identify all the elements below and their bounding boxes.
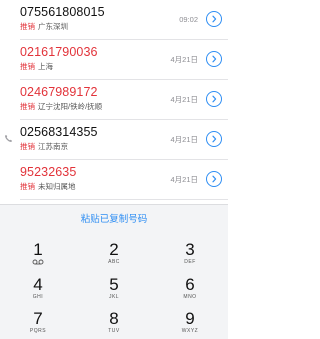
call-number: 02161790036: [20, 45, 98, 59]
key-6[interactable]: 6 MNO: [152, 271, 228, 305]
call-subtitle: 推销 广东深圳: [20, 22, 68, 32]
key-digit: 6: [185, 275, 195, 294]
call-tag: 推销: [20, 22, 35, 31]
info-icon[interactable]: [206, 91, 222, 107]
call-subtitle: 推销 上海: [20, 62, 53, 72]
key-letters: GHI: [32, 294, 44, 300]
call-row[interactable]: 02161790036 推销 上海 4月21日: [0, 40, 228, 80]
key-digit: 8: [109, 309, 119, 328]
key-1[interactable]: 1: [0, 236, 76, 270]
key-7[interactable]: 7 PQRS: [0, 305, 76, 339]
outgoing-call-icon: [5, 134, 13, 142]
key-digit: 2: [109, 240, 119, 259]
call-number: 075561808015: [20, 5, 105, 19]
key-2[interactable]: 2 ABC: [76, 236, 152, 270]
info-icon[interactable]: [206, 131, 222, 147]
info-icon[interactable]: [206, 51, 222, 67]
call-location: 未知归属地: [38, 182, 76, 191]
key-letters: DEF: [184, 259, 196, 265]
recent-calls-list: 075561808015 推销 广东深圳 09:02 02161790036 推销…: [0, 0, 228, 204]
call-row[interactable]: 95232635 推销 未知归属地 4月21日: [0, 160, 228, 200]
call-row[interactable]: 075561808015 推销 广东深圳 09:02: [0, 0, 228, 40]
call-row[interactable]: 02467989172 推销 辽宁沈阳/铁岭/抚顺 4月21日: [0, 80, 228, 120]
key-letters: WXYZ: [181, 328, 199, 334]
call-number: 02568314355: [20, 125, 98, 139]
key-letters: MNO: [183, 294, 197, 300]
dial-keypad: 1 2 ABC 3 DEF 4 GHI 5 JKL 6 MNO 7 PQRS 8…: [0, 236, 228, 339]
key-digit: 7: [33, 309, 43, 328]
key-letters: JKL: [108, 294, 120, 300]
key-digit: 9: [185, 309, 195, 328]
key-4[interactable]: 4 GHI: [0, 271, 76, 305]
call-number: 02467989172: [20, 85, 98, 99]
key-9[interactable]: 9 WXYZ: [152, 305, 228, 339]
call-location: 广东深圳: [38, 22, 68, 31]
key-digit: 4: [33, 275, 43, 294]
key-letters: ABC: [108, 259, 120, 265]
paste-bar: 粘贴已复制号码: [0, 204, 228, 236]
call-tag: 推销: [20, 182, 35, 191]
key-digit: 1: [33, 240, 43, 259]
call-time: 4月21日: [170, 135, 198, 144]
call-location: 江苏南京: [38, 142, 68, 151]
key-digit: 5: [109, 275, 119, 294]
call-tag: 推销: [20, 142, 35, 151]
key-8[interactable]: 8 TUV: [76, 305, 152, 339]
key-letters: TUV: [108, 328, 120, 334]
call-subtitle: 推销 辽宁沈阳/铁岭/抚顺: [20, 102, 102, 112]
paste-copied-number-button[interactable]: 粘贴已复制号码: [0, 214, 228, 226]
call-number: 95232635: [20, 165, 77, 179]
call-time: 4月21日: [170, 95, 198, 104]
key-5[interactable]: 5 JKL: [76, 271, 152, 305]
call-row[interactable]: 02568314355 推销 江苏南京 4月21日: [0, 120, 228, 160]
call-time: 09:02: [179, 15, 198, 24]
voicemail-icon: [0, 259, 76, 265]
info-icon[interactable]: [206, 11, 222, 27]
call-time: 4月21日: [170, 175, 198, 184]
key-3[interactable]: 3 DEF: [152, 236, 228, 270]
key-digit: 3: [185, 240, 195, 259]
info-icon[interactable]: [206, 171, 222, 187]
call-location: 上海: [38, 62, 53, 71]
call-subtitle: 推销 江苏南京: [20, 142, 68, 152]
call-tag: 推销: [20, 62, 35, 71]
call-subtitle: 推销 未知归属地: [20, 182, 76, 192]
key-letters: PQRS: [29, 328, 47, 334]
call-time: 4月21日: [170, 55, 198, 64]
call-tag: 推销: [20, 102, 35, 111]
call-location: 辽宁沈阳/铁岭/抚顺: [38, 102, 103, 111]
